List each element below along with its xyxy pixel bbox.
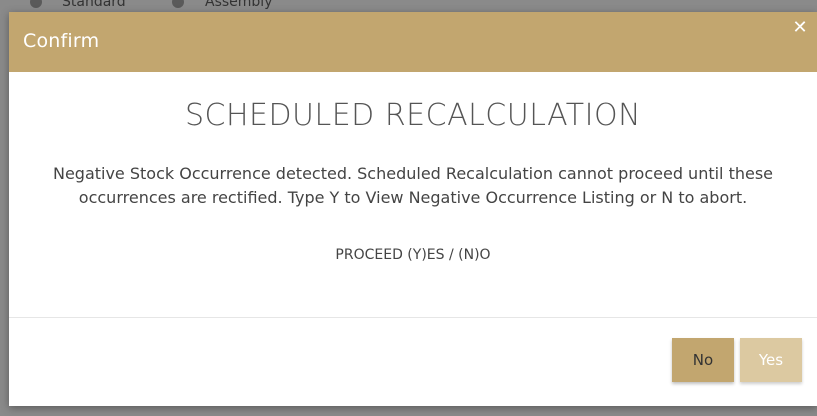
- background-bottom-edge: [0, 406, 817, 416]
- dialog-header: Confirm ✕: [9, 12, 817, 72]
- dialog-body: SCHEDULED RECALCULATION Negative Stock O…: [9, 72, 817, 318]
- confirm-dialog: Confirm ✕ SCHEDULED RECALCULATION Negati…: [9, 12, 817, 406]
- dialog-message: Negative Stock Occurrence detected. Sche…: [52, 164, 774, 207]
- dialog-prompt: PROCEED (Y)ES / (N)O: [335, 247, 491, 263]
- background-app-strip: Standard Assembly: [0, 0, 817, 12]
- no-button[interactable]: No: [672, 338, 734, 382]
- radio-label-assembly: Assembly: [205, 0, 273, 10]
- background-left-edge: [0, 12, 9, 416]
- footer-divider: [9, 317, 817, 318]
- dialog-title: Confirm: [23, 30, 100, 52]
- yes-button[interactable]: Yes: [740, 338, 802, 382]
- dialog-headline: SCHEDULED RECALCULATION: [184, 98, 642, 133]
- close-icon[interactable]: ✕: [791, 18, 809, 38]
- radio-label-standard: Standard: [62, 0, 126, 10]
- radio-icon: [172, 0, 184, 8]
- radio-icon: [30, 0, 42, 8]
